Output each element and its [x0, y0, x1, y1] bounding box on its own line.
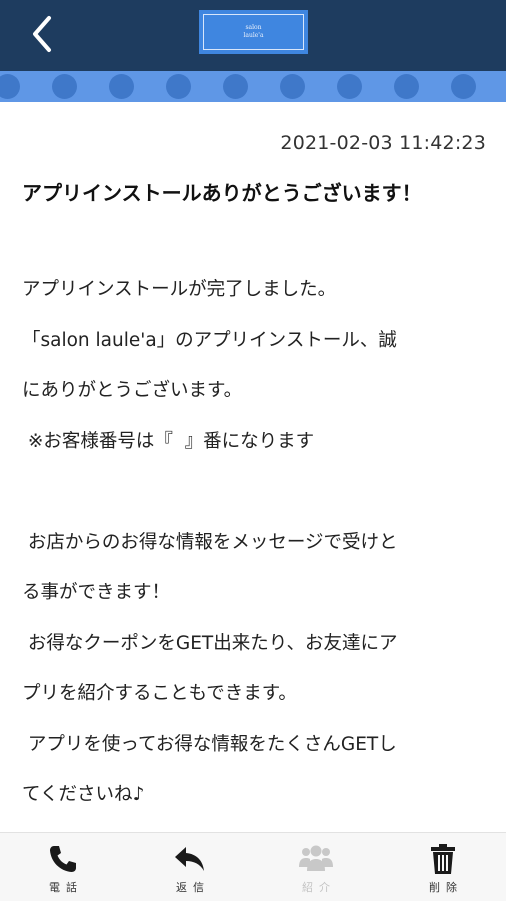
introduce-tab[interactable]: 紹介 — [253, 833, 379, 901]
decorative-dot — [451, 74, 476, 99]
reply-tab[interactable]: 返信 — [127, 833, 253, 901]
bottom-tab-bar: 電話 返信 紹介 削除 — [0, 832, 506, 901]
delete-tab[interactable]: 削除 — [380, 833, 506, 901]
decorative-dot-band — [0, 71, 506, 102]
salon-logo: salon laule'a — [199, 10, 308, 54]
message-body-line: プリを紹介することもできます。 — [22, 683, 297, 704]
back-button[interactable] — [22, 12, 62, 56]
chevron-left-icon — [33, 16, 51, 52]
phone-tab-label: 電話 — [49, 881, 83, 894]
message-body: アプリインストールが完了しました。「salon laule'a」のアプリインスト… — [22, 265, 484, 821]
decorative-dot — [280, 74, 305, 99]
decorative-dot — [166, 74, 191, 99]
phone-icon — [50, 846, 76, 872]
reply-icon — [175, 847, 204, 871]
decorative-dot — [109, 74, 134, 99]
message-body-line: お店からのお得な情報をメッセージで受けと — [22, 531, 398, 553]
message-detail: 2021-02-03 11:42:23 アプリインストールありがとうございます！… — [0, 102, 506, 832]
message-body-line: アプリを使ってお得な情報をたくさんGETし — [22, 733, 397, 755]
message-body-line: ※お客様番号は『 』番になります — [22, 430, 315, 452]
introduce-tab-label: 紹介 — [302, 881, 336, 894]
message-body-line: お得なクーポンをGET出来たり、お友達にア — [22, 632, 398, 654]
message-body-line — [22, 467, 484, 518]
message-title: アプリインストールありがとうございます！ — [22, 181, 422, 205]
phone-tab[interactable]: 電話 — [0, 833, 126, 901]
message-body-line: にありがとうございます。 — [22, 380, 243, 401]
app-header: salon laule'a — [0, 0, 506, 71]
message-body-line: てくださいね♪ — [22, 784, 145, 805]
logo-line1: salon — [245, 24, 262, 31]
decorative-dot — [223, 74, 248, 99]
trash-icon — [431, 844, 455, 874]
group-icon — [299, 845, 333, 871]
delete-tab-label: 削除 — [429, 881, 463, 894]
message-body-line: る事ができます！ — [22, 582, 171, 603]
message-timestamp: 2021-02-03 11:42:23 — [280, 132, 486, 154]
decorative-dot — [0, 74, 20, 99]
decorative-dot — [337, 74, 362, 99]
reply-tab-label: 返信 — [176, 881, 210, 894]
message-body-line: アプリインストールが完了しました。 — [22, 279, 337, 300]
logo-line2: laule'a — [243, 32, 264, 39]
decorative-dot — [394, 74, 419, 99]
message-body-line: 「salon laule'a」のアプリインストール、誠 — [22, 329, 397, 351]
decorative-dot — [52, 74, 77, 99]
